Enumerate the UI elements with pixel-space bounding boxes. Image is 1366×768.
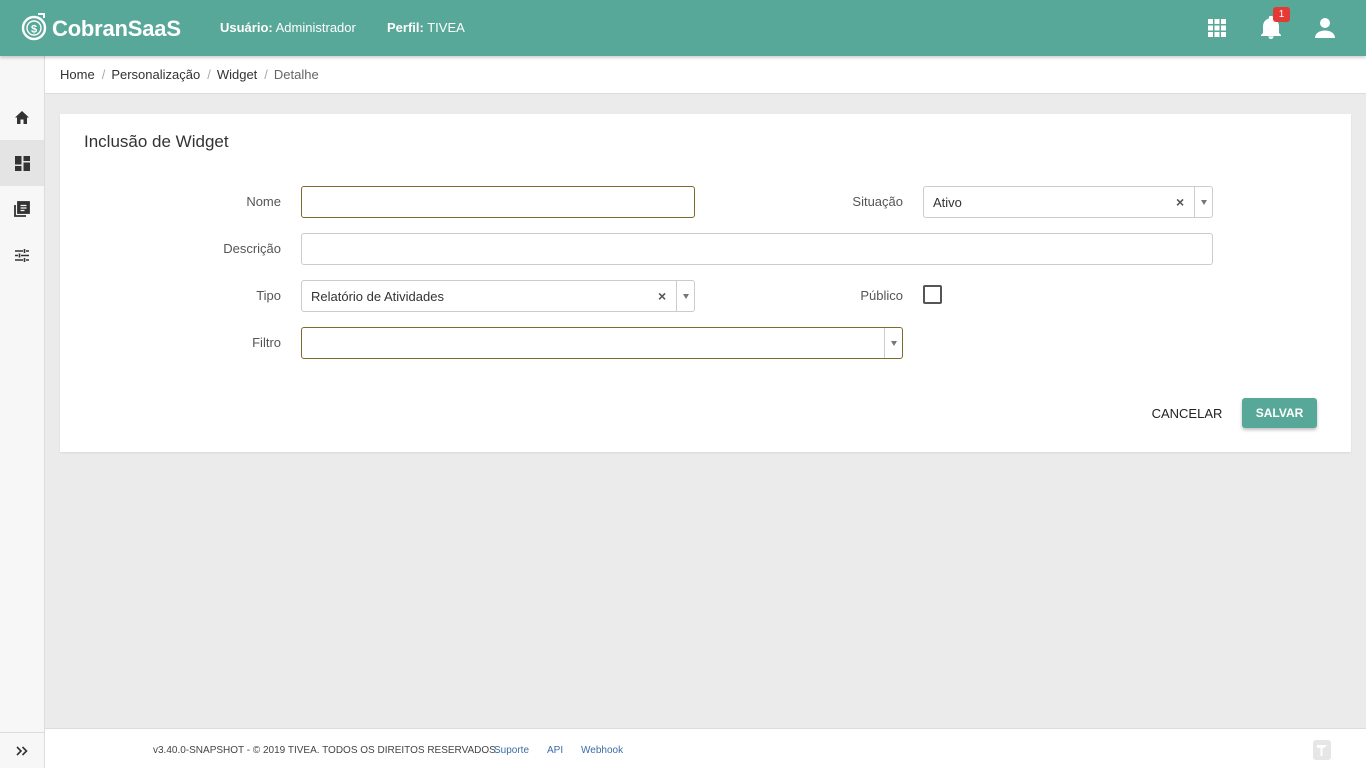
footer: v3.40.0-SNAPSHOT - © 2019 TIVEA. TODOS O… (45, 728, 1366, 768)
tivea-logo-icon (1312, 739, 1332, 761)
nome-input[interactable] (302, 187, 694, 217)
situacao-value: Ativo (933, 195, 962, 210)
breadcrumb-widget[interactable]: Widget (217, 67, 257, 82)
footer-link-suporte[interactable]: Suporte (494, 745, 529, 756)
save-button[interactable]: SALVAR (1242, 398, 1317, 428)
situacao-select[interactable]: Ativo × (923, 186, 1213, 218)
sidebar-item-dashboard[interactable] (0, 140, 44, 186)
footer-link-api[interactable]: API (547, 745, 563, 756)
apps-grid-icon[interactable] (1203, 14, 1231, 42)
situacao-label: Situação (852, 194, 903, 209)
breadcrumb-home[interactable]: Home (60, 67, 95, 82)
descricao-field-wrapper (301, 233, 1213, 265)
breadcrumb-detalhe: Detalhe (273, 67, 319, 82)
tipo-value: Relatório de Atividades (311, 289, 444, 304)
nome-field-wrapper (301, 186, 695, 218)
sidebar-expand-button[interactable] (0, 732, 44, 768)
user-info: Usuário: Administrador (220, 20, 356, 35)
breadcrumb-separator: / (207, 67, 211, 82)
top-navbar: $ CobranSaaS Usuário: Administrador Perf… (0, 0, 1366, 56)
library-icon (14, 201, 30, 217)
double-chevron-right-icon (16, 745, 28, 756)
notification-badge: 1 (1273, 7, 1290, 22)
home-icon (15, 110, 29, 124)
filtro-dropdown-arrow-icon[interactable] (884, 328, 902, 358)
breadcrumb-separator: / (101, 67, 106, 82)
profile-label: Perfil: (387, 20, 424, 35)
dashboard-icon (14, 155, 30, 171)
logo-text: CobranSaaS (52, 16, 181, 41)
tipo-select[interactable]: Relatório de Atividades × (301, 280, 695, 312)
footer-link-webhook[interactable]: Webhook (581, 745, 623, 756)
publico-label: Público (860, 288, 903, 303)
filtro-label: Filtro (252, 335, 281, 350)
profile-value: TIVEA (427, 20, 465, 35)
situacao-clear-icon[interactable]: × (1176, 194, 1184, 210)
app-logo[interactable]: $ CobranSaaS (20, 12, 181, 42)
widget-form-card: Inclusão de Widget Nome Situação Ativo ×… (60, 114, 1351, 452)
tipo-label: Tipo (256, 288, 281, 303)
tipo-dropdown-arrow-icon[interactable] (676, 281, 694, 311)
logo-coin-icon: $ (20, 12, 48, 42)
nome-label: Nome (246, 194, 281, 209)
footer-copyright: v3.40.0-SNAPSHOT - © 2019 TIVEA. TODOS O… (153, 745, 499, 756)
user-value: Administrador (275, 20, 356, 35)
breadcrumb: Home / Personalização / Widget / Detalhe (45, 56, 1366, 94)
situacao-dropdown-arrow-icon[interactable] (1194, 187, 1212, 217)
sidebar-item-home[interactable] (0, 94, 44, 140)
filtro-select[interactable] (301, 327, 903, 359)
descricao-label: Descrição (223, 241, 281, 256)
sidebar-item-library[interactable] (0, 186, 44, 232)
page-title: Inclusão de Widget (84, 132, 229, 151)
user-label: Usuário: (220, 20, 273, 35)
sidebar-item-settings[interactable] (0, 232, 44, 278)
publico-checkbox[interactable] (923, 285, 942, 304)
svg-text:$: $ (31, 24, 37, 36)
profile-info: Perfil: TIVEA (387, 20, 465, 35)
cancel-button[interactable]: CANCELAR (1146, 398, 1228, 428)
user-icon[interactable] (1311, 14, 1339, 42)
sliders-icon (15, 248, 29, 262)
breadcrumb-personalizacao[interactable]: Personalização (111, 67, 200, 82)
breadcrumb-separator: / (264, 67, 268, 82)
tipo-clear-icon[interactable]: × (658, 288, 666, 304)
sidebar (0, 56, 45, 768)
descricao-input[interactable] (302, 234, 1212, 264)
